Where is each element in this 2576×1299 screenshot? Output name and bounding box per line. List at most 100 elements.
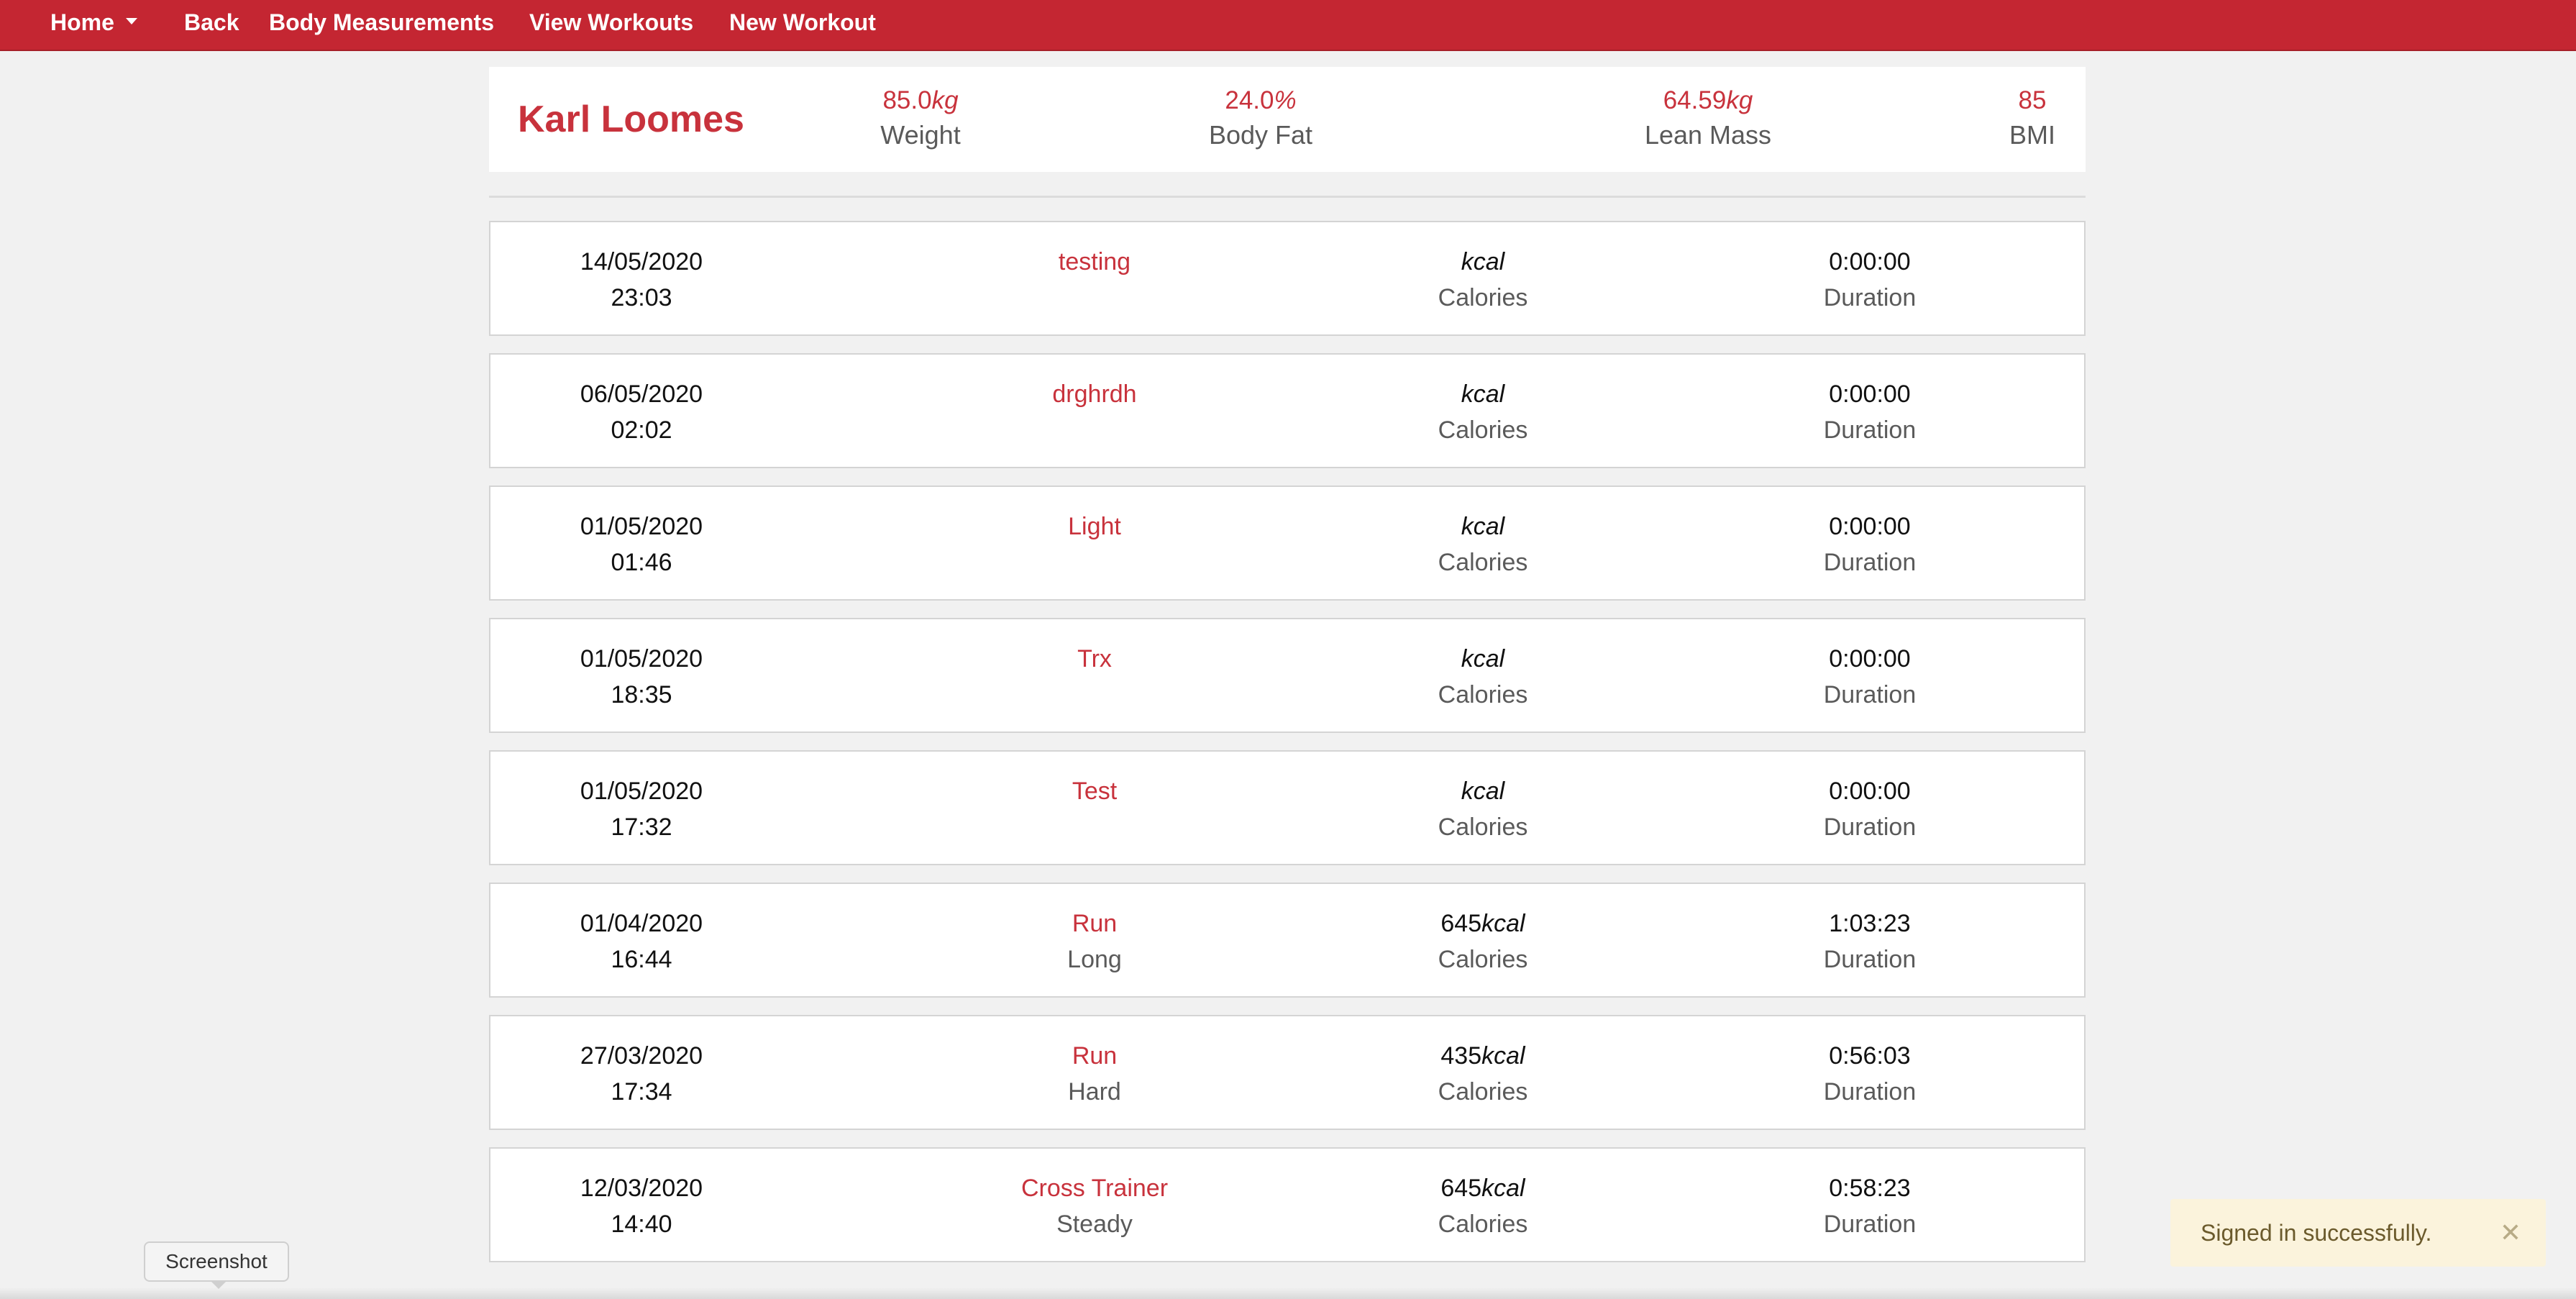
workout-date: 01/04/2020 bbox=[580, 910, 703, 937]
workout-card[interactable]: 27/03/2020 17:34 Run Hard 435kcal Calories … bbox=[489, 1015, 2086, 1130]
workout-duration-label: Duration bbox=[1823, 946, 1917, 973]
workout-time: 17:34 bbox=[611, 1078, 672, 1106]
workout-duration-label: Duration bbox=[1823, 681, 1917, 708]
workout-calories: 645kcal Calories bbox=[1282, 1170, 1684, 1242]
workout-card[interactable]: 06/05/2020 02:02 drghrdh kcal Calories 0:0… bbox=[489, 353, 2086, 468]
workout-datetime: 01/05/2020 01:46 bbox=[440, 509, 843, 580]
workout-datetime: 01/04/2020 16:44 bbox=[440, 906, 843, 977]
workout-card[interactable]: 01/05/2020 18:35 Trx kcal Calories 0:00:00… bbox=[489, 618, 2086, 733]
stat-weight-unit: kg bbox=[931, 86, 959, 114]
workout-name: drghrdh bbox=[1052, 380, 1137, 408]
workout-time: 16:44 bbox=[611, 946, 672, 973]
stat-lean-mass-value: 64.59kg bbox=[1607, 84, 1809, 117]
stat-weight-number: 85.0 bbox=[882, 86, 932, 114]
workout-title: Test bbox=[893, 773, 1296, 809]
workout-calories-label: Calories bbox=[1438, 681, 1528, 708]
workout-date: 14/05/2020 bbox=[580, 248, 703, 275]
workout-calories-value: kcal bbox=[1282, 509, 1684, 544]
stat-body-fat-label: Body Fat bbox=[1208, 120, 1313, 150]
stat-lean-mass-label: Lean Mass bbox=[1644, 120, 1772, 150]
workout-calories-value: kcal bbox=[1282, 376, 1684, 412]
workout-name: Run bbox=[1072, 910, 1118, 937]
stat-bmi-label: BMI bbox=[2009, 120, 2055, 150]
workout-duration-label: Duration bbox=[1823, 416, 1917, 444]
stat-bmi-value: 85 bbox=[2018, 86, 2047, 114]
nav-view-workouts-link[interactable]: View Workouts bbox=[529, 0, 693, 45]
workout-duration-value: 0:00:00 bbox=[1829, 380, 1911, 408]
workout-title: Run Hard bbox=[893, 1038, 1296, 1110]
nav-home-dropdown[interactable]: Home bbox=[50, 0, 137, 45]
workout-type: Hard bbox=[1068, 1078, 1121, 1106]
caret-down-icon bbox=[125, 18, 137, 25]
workout-card[interactable]: 12/03/2020 14:40 Cross Trainer Steady 645k… bbox=[489, 1147, 2086, 1262]
workout-calories-unit: kcal bbox=[1481, 910, 1525, 937]
workout-calories-value: 645kcal bbox=[1282, 1170, 1684, 1206]
signin-toast: Signed in successfully. ✕ bbox=[2170, 1199, 2546, 1267]
workout-title: Trx bbox=[893, 641, 1296, 677]
workout-duration: 1:03:23 Duration bbox=[1668, 906, 2071, 977]
profile-summary: Karl Loomes 85.0kg Weight 24.0% Body Fat… bbox=[489, 67, 2086, 172]
workout-calories-label: Calories bbox=[1438, 549, 1528, 576]
workout-calories-number: 435 bbox=[1440, 1042, 1482, 1070]
workout-calories-label: Calories bbox=[1438, 1078, 1528, 1106]
workout-title: Run Long bbox=[893, 906, 1296, 977]
section-divider bbox=[489, 196, 2086, 198]
workout-datetime: 01/05/2020 18:35 bbox=[440, 641, 843, 713]
workout-calories-unit: kcal bbox=[1461, 778, 1505, 805]
window-bottom-shadow bbox=[0, 1287, 2576, 1299]
workout-calories-value: 435kcal bbox=[1282, 1038, 1684, 1074]
workout-calories-label: Calories bbox=[1438, 416, 1528, 444]
workout-calories-unit: kcal bbox=[1461, 380, 1505, 408]
workout-calories-label: Calories bbox=[1438, 1211, 1528, 1238]
workout-name: testing bbox=[1058, 248, 1131, 275]
workout-duration-value: 0:00:00 bbox=[1829, 513, 1911, 540]
stat-weight-label: Weight bbox=[880, 120, 961, 150]
workout-duration-value: 0:00:00 bbox=[1829, 248, 1911, 275]
workout-card[interactable]: 01/05/2020 17:32 Test kcal Calories 0:00:0… bbox=[489, 750, 2086, 865]
stat-body-fat-number: 24.0 bbox=[1225, 86, 1274, 114]
workout-time: 02:02 bbox=[611, 416, 672, 444]
workout-date: 01/05/2020 bbox=[580, 513, 703, 540]
workout-duration-label: Duration bbox=[1823, 813, 1917, 841]
workout-calories-value: kcal bbox=[1282, 773, 1684, 809]
workout-duration-label: Duration bbox=[1823, 1211, 1917, 1238]
workout-duration-value: 0:56:03 bbox=[1829, 1042, 1911, 1070]
stat-lean-mass-number: 64.59 bbox=[1663, 86, 1727, 114]
workout-calories-unit: kcal bbox=[1481, 1175, 1525, 1202]
workout-duration-value: 1:03:23 bbox=[1829, 910, 1911, 937]
workout-date: 27/03/2020 bbox=[580, 1042, 703, 1070]
stat-body-fat: 24.0% Body Fat bbox=[1167, 84, 1354, 153]
workout-time: 01:46 bbox=[611, 549, 672, 576]
workout-duration-label: Duration bbox=[1823, 284, 1917, 311]
workout-datetime: 06/05/2020 02:02 bbox=[440, 376, 843, 448]
workout-card[interactable]: 14/05/2020 23:03 testing kcal Calories 0:0… bbox=[489, 221, 2086, 336]
workout-calories-unit: kcal bbox=[1461, 248, 1505, 275]
stat-lean-mass: 64.59kg Lean Mass bbox=[1607, 84, 1809, 153]
stat-body-fat-unit: % bbox=[1274, 86, 1297, 114]
top-navbar: Home Back Body Measurements View Workout… bbox=[0, 0, 2576, 51]
workout-duration-label: Duration bbox=[1823, 549, 1917, 576]
workout-time: 18:35 bbox=[611, 681, 672, 708]
screenshot-tooltip: Screenshot bbox=[144, 1241, 289, 1282]
nav-new-workout-link[interactable]: New Workout bbox=[729, 0, 876, 45]
workout-calories: 645kcal Calories bbox=[1282, 906, 1684, 977]
workout-card[interactable]: 01/04/2020 16:44 Run Long 645kcal Calories … bbox=[489, 883, 2086, 998]
workout-time: 17:32 bbox=[611, 813, 672, 841]
workout-calories-value: 645kcal bbox=[1282, 906, 1684, 942]
close-icon[interactable]: ✕ bbox=[2500, 1199, 2521, 1267]
nav-back-link[interactable]: Back bbox=[184, 0, 239, 45]
workout-datetime: 01/05/2020 17:32 bbox=[440, 773, 843, 845]
workout-datetime: 12/03/2020 14:40 bbox=[440, 1170, 843, 1242]
workout-datetime: 27/03/2020 17:34 bbox=[440, 1038, 843, 1110]
workout-time: 23:03 bbox=[611, 284, 672, 311]
workout-name: Light bbox=[1068, 513, 1121, 540]
workout-title: testing bbox=[893, 244, 1296, 280]
workout-calories-label: Calories bbox=[1438, 946, 1528, 973]
workout-calories: kcal Calories bbox=[1282, 376, 1684, 448]
stat-body-fat-value: 24.0% bbox=[1167, 84, 1354, 117]
workout-calories: kcal Calories bbox=[1282, 641, 1684, 713]
nav-body-measurements-link[interactable]: Body Measurements bbox=[269, 0, 494, 45]
workout-calories-unit: kcal bbox=[1481, 1042, 1525, 1070]
workout-card[interactable]: 01/05/2020 01:46 Light kcal Calories 0:00:… bbox=[489, 486, 2086, 601]
workout-calories-value: kcal bbox=[1282, 244, 1684, 280]
